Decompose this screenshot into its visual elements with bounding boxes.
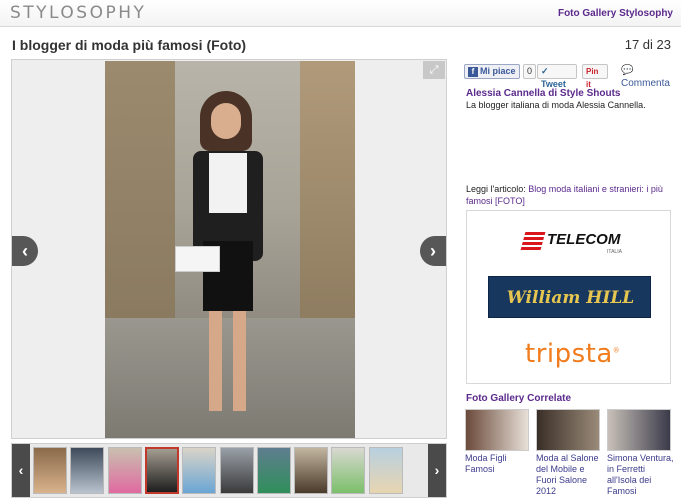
speech-bubble-icon: 💬 xyxy=(621,65,634,76)
read-article-line: Leggi l'articolo: Blog moda italiani e s… xyxy=(466,183,676,207)
thumbnail[interactable] xyxy=(368,447,403,494)
thumbnails-prev-button[interactable]: ‹ xyxy=(12,444,30,497)
thumbnail[interactable] xyxy=(219,447,254,494)
photo-face xyxy=(211,103,241,139)
main-photo[interactable] xyxy=(105,61,355,438)
read-article-prefix: Leggi l'articolo: xyxy=(466,184,526,194)
related-gallery-thumbnail[interactable] xyxy=(536,409,600,451)
related-gallery-caption[interactable]: Simona Ventura, in Ferretti all'Isola de… xyxy=(607,453,675,497)
thumbnail[interactable] xyxy=(182,447,217,494)
twitter-bird-icon: ✓ xyxy=(541,66,549,76)
facebook-like-button[interactable]: f Mi piace xyxy=(464,64,520,79)
related-gallery-item[interactable]: Moda Figli Famosi xyxy=(465,409,533,475)
thumbnail[interactable] xyxy=(107,447,142,494)
related-gallery-caption[interactable]: Moda al Salone del Mobile e Fuori Salone… xyxy=(536,453,604,497)
comment-button[interactable]: 💬 Commenta xyxy=(618,64,674,89)
social-bar: f Mi piace 0 ✓ Tweet Pin it 💬 Commenta xyxy=(464,64,674,89)
tripsta-trademark: ® xyxy=(612,346,621,355)
gallery-title: I blogger di moda più famosi (Foto) xyxy=(12,37,247,53)
top-bar: STYLOSOPHY Foto Gallery Stylosophy xyxy=(0,0,681,27)
photo-street xyxy=(105,318,355,438)
thumbnail-strip: ‹ › xyxy=(11,443,447,498)
thumbnail[interactable] xyxy=(294,447,329,494)
related-gallery-thumbnail[interactable] xyxy=(607,409,671,451)
thumbnail[interactable] xyxy=(33,447,67,494)
related-galleries-title: Foto Gallery Correlate xyxy=(466,393,572,404)
facebook-like-label: Mi piace xyxy=(480,66,516,76)
tweet-button[interactable]: ✓ Tweet xyxy=(537,64,577,89)
related-gallery-caption[interactable]: Moda Figli Famosi xyxy=(465,453,533,475)
site-logo[interactable]: STYLOSOPHY xyxy=(10,3,146,23)
photo-clutch xyxy=(175,246,220,272)
tripsta-ad-label: tripsta xyxy=(525,339,613,369)
photo-counter: 17 di 23 xyxy=(624,37,671,52)
gallery-home-link[interactable]: Foto Gallery Stylosophy xyxy=(558,8,673,19)
photo-building-right xyxy=(300,61,355,341)
william-hill-ad-label: William HILL xyxy=(506,288,635,308)
facebook-icon: f xyxy=(468,67,478,77)
thumbnails-next-button[interactable]: › xyxy=(428,444,446,497)
ad-block: TELECOM ITALIA William HILL tripsta® xyxy=(466,210,671,384)
photo-caption-description: La blogger italiana di moda Alessia Cann… xyxy=(466,100,646,110)
william-hill-ad[interactable]: William HILL xyxy=(488,276,651,318)
related-gallery-item[interactable]: Moda al Salone del Mobile e Fuori Salone… xyxy=(536,409,604,497)
expand-icon[interactable]: ⤢ xyxy=(423,61,445,79)
photo-caption-title[interactable]: Alessia Cannella di Style Shouts xyxy=(466,88,621,99)
next-photo-button[interactable]: › xyxy=(420,236,446,266)
thumbnail[interactable] xyxy=(331,447,366,494)
photo-shirt xyxy=(209,153,247,213)
comment-label: Commenta xyxy=(621,78,670,89)
telecom-ad-sub: ITALIA xyxy=(607,249,622,255)
related-gallery-thumbnail[interactable] xyxy=(465,409,529,451)
telecom-ad-label: TELECOM xyxy=(547,231,621,248)
tripsta-ad[interactable]: tripsta® xyxy=(525,339,620,369)
photo-viewer: ‹ › ⤢ xyxy=(11,59,447,439)
photo-leg xyxy=(233,311,246,411)
related-gallery-item[interactable]: Simona Ventura, in Ferretti all'Isola de… xyxy=(607,409,675,497)
telecom-ad[interactable]: TELECOM ITALIA xyxy=(491,223,651,259)
photo-leg xyxy=(209,311,222,411)
thumbnail[interactable] xyxy=(256,447,291,494)
pinterest-button[interactable]: Pin it xyxy=(582,64,608,89)
telecom-logo-icon xyxy=(520,232,546,250)
facebook-like-count: 0 xyxy=(523,64,536,79)
previous-photo-button[interactable]: ‹ xyxy=(12,236,38,266)
thumbnail[interactable] xyxy=(70,447,105,494)
photo-building-left xyxy=(105,61,175,321)
thumbnail[interactable] xyxy=(144,447,179,494)
